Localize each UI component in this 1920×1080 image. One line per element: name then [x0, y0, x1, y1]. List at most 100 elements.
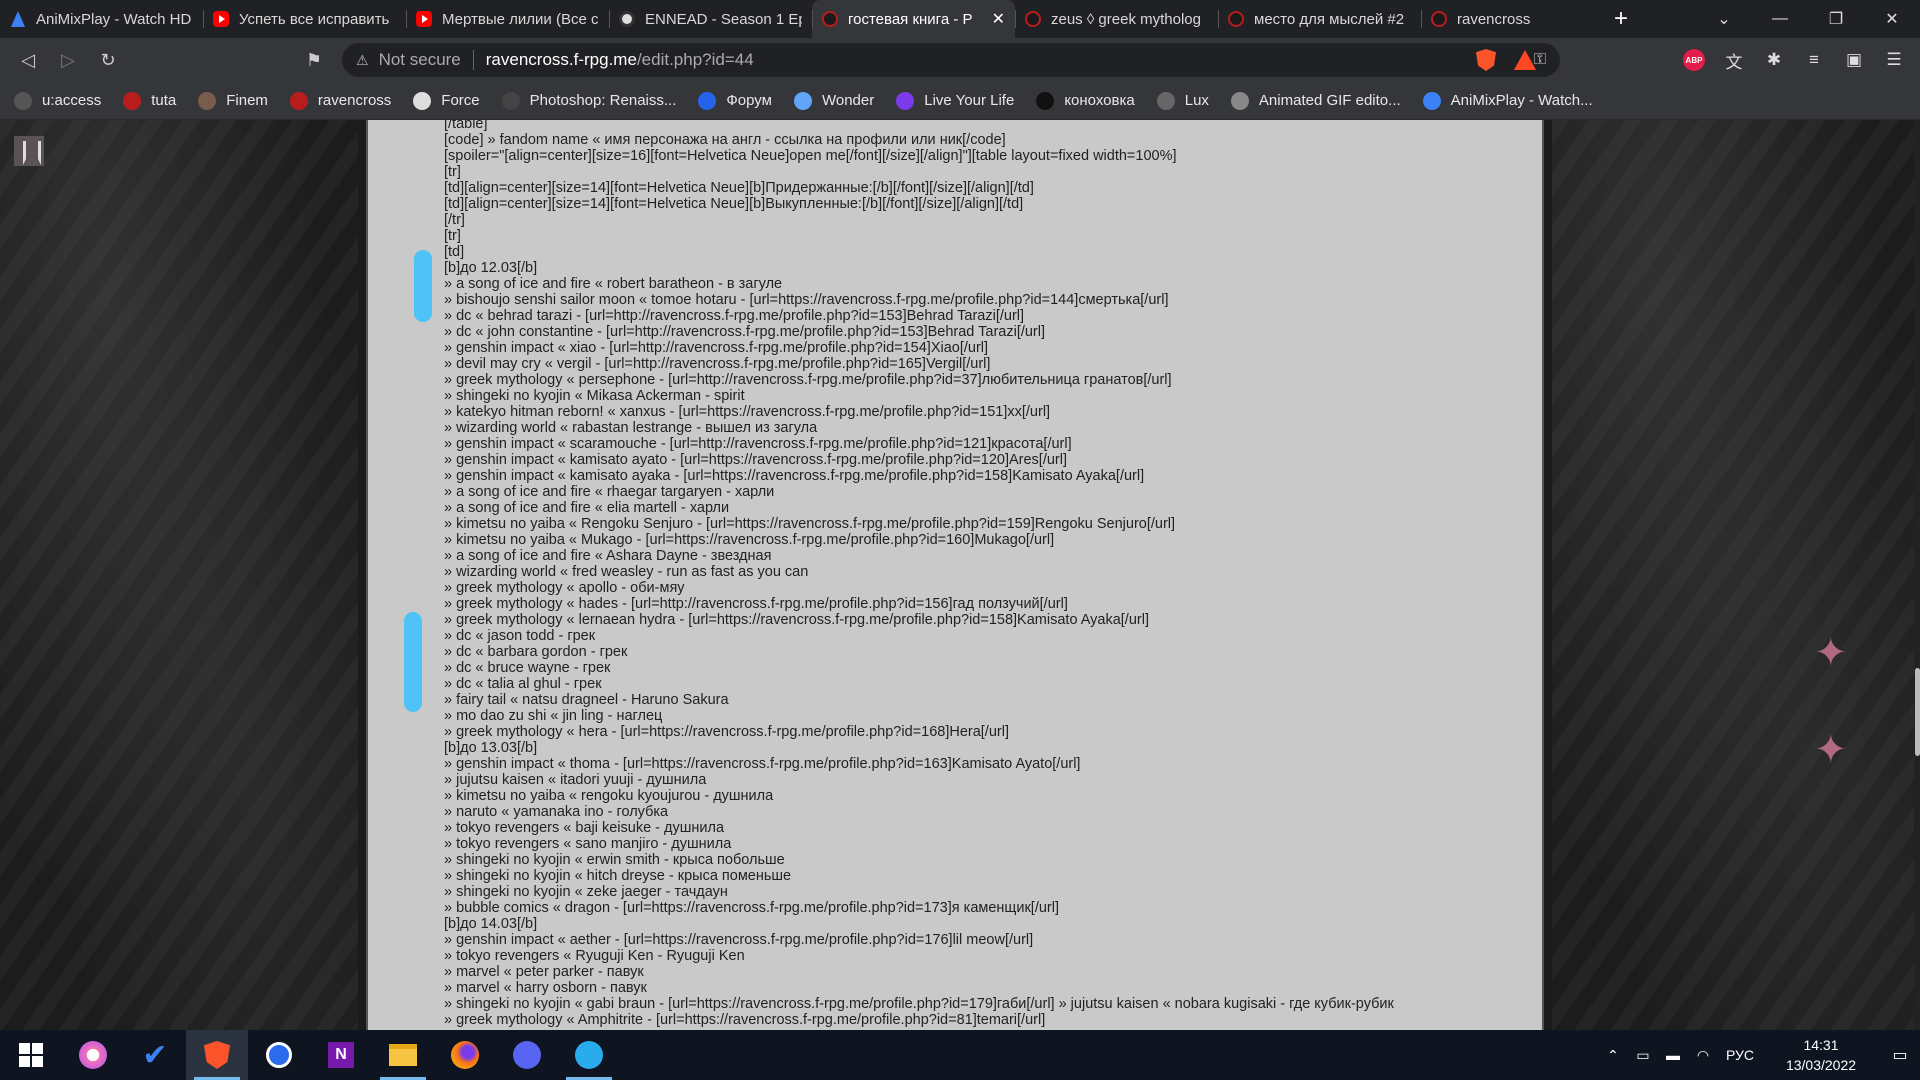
scrollbar-thumb[interactable]	[1915, 668, 1920, 756]
folder-icon	[389, 1044, 417, 1066]
translate-icon[interactable]: 文	[1714, 48, 1754, 73]
display-icon[interactable]: ▭	[1628, 1047, 1658, 1064]
page-scrollbar[interactable]	[1914, 120, 1920, 1030]
clock-date: 13/03/2022	[1785, 1057, 1857, 1073]
tab-1[interactable]: Успеть все исправить	[203, 0, 406, 38]
new-tab-button[interactable]: +	[1601, 0, 1641, 38]
bookmark-label: Finem	[226, 92, 268, 109]
language-indicator[interactable]: РУС	[1718, 1047, 1762, 1063]
bookmark-favicon-icon	[1422, 91, 1441, 110]
bookmark-page-icon[interactable]: ⚑	[294, 38, 334, 82]
bookmark-item[interactable]: Wonder	[793, 91, 874, 110]
tab-title: AniMixPlay - Watch HD	[36, 10, 192, 28]
bookmark-item[interactable]: Animated GIF edito...	[1230, 91, 1401, 110]
editor-line: » kimetsu no yaiba « rengoku kyoujurou -…	[444, 788, 774, 804]
bookmark-item[interactable]: u:access	[14, 91, 102, 110]
bookmark-favicon-icon	[1230, 91, 1249, 110]
reading-list-icon[interactable]: ≡	[1794, 50, 1834, 70]
chevron-up-icon[interactable]: ⌃	[1598, 1047, 1628, 1064]
todo-check-icon: ✔	[142, 1038, 168, 1072]
extensions-icon[interactable]: ✱	[1754, 50, 1794, 70]
editor-line: » marvel « harry osborn - павук	[444, 980, 647, 996]
bookmark-label: Animated GIF edito...	[1258, 92, 1401, 109]
reload-button[interactable]: ↻	[88, 38, 128, 82]
editor-line: » a song of ice and fire « robert barath…	[444, 276, 783, 292]
tab-4[interactable]: гостевая книга - P ✕	[812, 0, 1015, 38]
taskbar-discord[interactable]	[496, 1030, 558, 1080]
editor-line: [b]до 12.03[/b]	[444, 260, 538, 276]
forum-logo-icon[interactable]	[14, 136, 44, 166]
warning-icon[interactable]: ⚠	[356, 52, 369, 69]
taskbar-firefox[interactable]	[434, 1030, 496, 1080]
editor-line: [/tr]	[444, 212, 465, 228]
wallet-icon[interactable]: ▣	[1834, 50, 1874, 70]
taskbar-telegram[interactable]	[558, 1030, 620, 1080]
taskbar-signal[interactable]	[248, 1030, 310, 1080]
adblock-icon[interactable]: ABP	[1683, 49, 1705, 71]
bookmark-favicon-icon	[14, 91, 32, 110]
bookmark-item[interactable]: Live Your Life	[896, 91, 1015, 110]
menu-icon[interactable]: ☰	[1874, 50, 1914, 70]
editor-line: » a song of ice and fire « rhaegar targa…	[444, 484, 775, 500]
bookmark-label: u:access	[42, 92, 102, 109]
editor-line: » shingeki no kyojin « gabi braun - [url…	[444, 996, 1394, 1012]
battery-icon[interactable]: ▬	[1658, 1047, 1688, 1063]
bookmark-item[interactable]: AniMixPlay - Watch...	[1422, 91, 1593, 110]
editor-line: » tokyo revengers « baji keisuke - душни…	[444, 820, 725, 836]
bookmark-item[interactable]: Finem	[198, 91, 268, 110]
taskbar-todo[interactable]: ✔	[124, 1030, 186, 1080]
taskbar-itunes[interactable]	[62, 1030, 124, 1080]
taskbar-onenote[interactable]: N	[310, 1030, 372, 1080]
editor-line: » wizarding world « rabastan lestrange -…	[444, 420, 818, 436]
minimize-button[interactable]: —	[1752, 0, 1808, 38]
restore-button[interactable]: ❐	[1808, 0, 1864, 38]
bookmark-favicon-icon	[698, 91, 717, 110]
bookmark-item[interactable]: ravencross	[289, 91, 391, 110]
notification-center-icon[interactable]: ▭	[1880, 1045, 1920, 1065]
bookmark-favicon-icon	[198, 91, 217, 110]
brave-icon	[204, 1041, 230, 1069]
bookmark-item[interactable]: Force	[413, 91, 480, 110]
editor-line: » greek mythology « apollo - оби-мяу	[444, 580, 685, 596]
tab-5[interactable]: zeus ◊ greek mytholog	[1015, 0, 1218, 38]
bookmark-item[interactable]: Lux	[1156, 91, 1209, 110]
start-button[interactable]	[0, 1030, 62, 1080]
brave-shields-icon[interactable]	[1476, 49, 1496, 71]
taskbar-explorer[interactable]	[372, 1030, 434, 1080]
brave-rewards-icon[interactable]	[1514, 50, 1536, 70]
tab-2[interactable]: Мертвые лилии (Все с	[406, 0, 609, 38]
bookmark-item[interactable]: коноховка	[1036, 91, 1135, 110]
bookmark-item[interactable]: Photoshop: Renaiss...	[501, 91, 676, 110]
editor-line: » dc « bruce wayne - грек	[444, 660, 611, 676]
bookmark-label: коноховка	[1064, 92, 1135, 109]
url-host: ravencross.f-rpg.me	[485, 50, 637, 69]
taskbar-brave[interactable]	[186, 1030, 248, 1080]
tab-0[interactable]: AniMixPlay - Watch HD	[0, 0, 203, 38]
back-button[interactable]: ◁	[8, 38, 48, 82]
bookmark-item[interactable]: tuta	[123, 91, 176, 110]
not-secure-label[interactable]: Not secure	[379, 50, 461, 70]
editor-line: » greek mythology « persephone - [url=ht…	[444, 372, 1172, 388]
close-window-button[interactable]: ✕	[1864, 0, 1920, 38]
tab-title: zeus ◊ greek mytholog	[1051, 10, 1201, 28]
bookmark-item[interactable]: Форум	[698, 91, 772, 110]
editor-line: » genshin impact « thoma - [url=https://…	[444, 756, 1081, 772]
tab-search-icon[interactable]: ⌄	[1696, 0, 1752, 38]
close-tab-icon[interactable]: ✕	[992, 9, 1005, 29]
forward-button[interactable]: ▷	[48, 38, 88, 82]
post-editor-textarea[interactable]: [/table] [code] » fandom name « имя персо…	[366, 120, 1544, 1030]
editor-line: » shingeki no kyojin « zeke jaeger - тач…	[444, 884, 728, 900]
bookmark-label: Live Your Life	[924, 92, 1015, 109]
wifi-icon[interactable]: ◠	[1688, 1047, 1718, 1064]
tab-7[interactable]: ravencross	[1421, 0, 1601, 38]
background-right: ✦ ✦	[1552, 120, 1920, 1030]
editor-line: » a song of ice and fire « Ashara Dayne …	[444, 548, 772, 564]
tab-3[interactable]: ENNEAD - Season 1 Ep	[609, 0, 812, 38]
editor-line: » dc « talia al ghul - грек	[444, 676, 602, 692]
tab-6[interactable]: место для мыслей #2	[1218, 0, 1421, 38]
clock[interactable]: 14:31 13/03/2022	[1776, 1035, 1866, 1075]
background-left	[0, 120, 358, 1030]
editor-line: » bubble comics « dragon - [url=https://…	[444, 900, 1059, 916]
address-bar[interactable]: ⚠ Not secure ravencross.f-rpg.me/edit.ph…	[342, 43, 1560, 77]
editor-line: » fairy tail « natsu dragneel - Haruno S…	[444, 692, 729, 708]
